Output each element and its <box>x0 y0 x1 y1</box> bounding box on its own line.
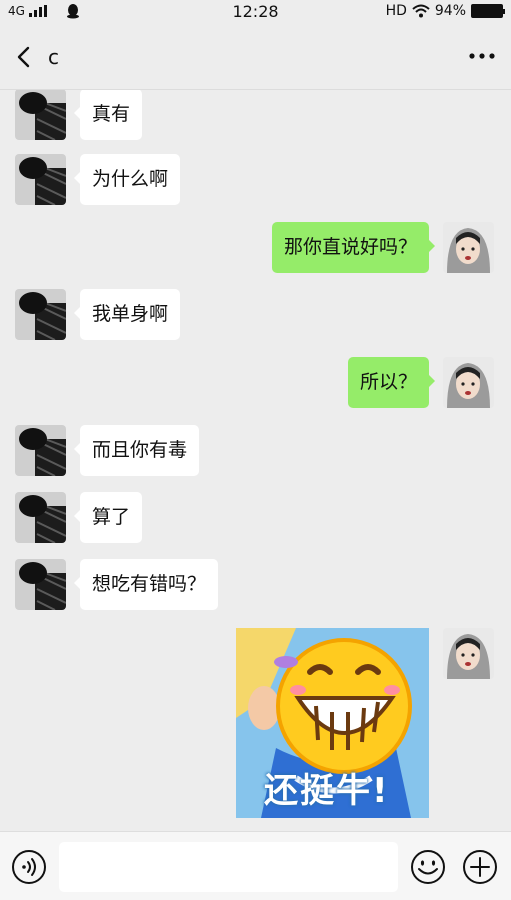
message-input[interactable] <box>59 842 398 892</box>
contact-avatar[interactable] <box>15 492 66 543</box>
message-bubble[interactable]: 算了 <box>73 492 143 543</box>
input-bar <box>0 831 511 900</box>
message-bubble[interactable]: 为什么啊 <box>73 154 181 205</box>
message-bubble[interactable]: 真有 <box>73 90 143 140</box>
battery-percent: 94% <box>434 3 466 19</box>
user-avatar[interactable] <box>443 357 494 408</box>
hd-label: HD <box>385 3 407 19</box>
user-avatar[interactable] <box>443 222 494 273</box>
chat-header: c <box>0 24 511 90</box>
user-avatar[interactable] <box>443 628 494 679</box>
message-bubble[interactable]: 而且你有毒 <box>73 425 200 476</box>
chat-title: c <box>48 45 59 69</box>
emoji-icon[interactable] <box>410 849 446 885</box>
message-bubble[interactable]: 所以？ <box>347 357 436 408</box>
contact-avatar[interactable] <box>15 425 66 476</box>
status-right: HD 94% <box>385 3 505 19</box>
wifi-icon <box>412 4 430 18</box>
more-icon[interactable] <box>467 46 497 66</box>
battery-icon <box>471 4 505 18</box>
sticker-caption: 还挺牛! <box>264 771 390 811</box>
sticker-image[interactable]: 还挺牛! <box>236 628 429 818</box>
message-bubble[interactable]: 我单身啊 <box>73 289 181 340</box>
contact-avatar[interactable] <box>15 559 66 610</box>
message-list[interactable]: 真有 为什么啊 那你直说好吗？ 我单身啊 所以？ 而且你有毒 算了 想吃有错吗？… <box>0 90 511 831</box>
message-bubble[interactable]: 那你直说好吗？ <box>271 222 436 273</box>
status-bar: 4G 12:28 HD 94% <box>0 0 511 24</box>
contact-avatar[interactable] <box>15 154 66 205</box>
message-bubble[interactable]: 想吃有错吗？ <box>73 559 219 610</box>
voice-icon[interactable] <box>11 849 47 885</box>
plus-icon[interactable] <box>462 849 498 885</box>
contact-avatar[interactable] <box>15 90 66 140</box>
contact-avatar[interactable] <box>15 289 66 340</box>
chevron-left-icon[interactable] <box>10 43 38 71</box>
